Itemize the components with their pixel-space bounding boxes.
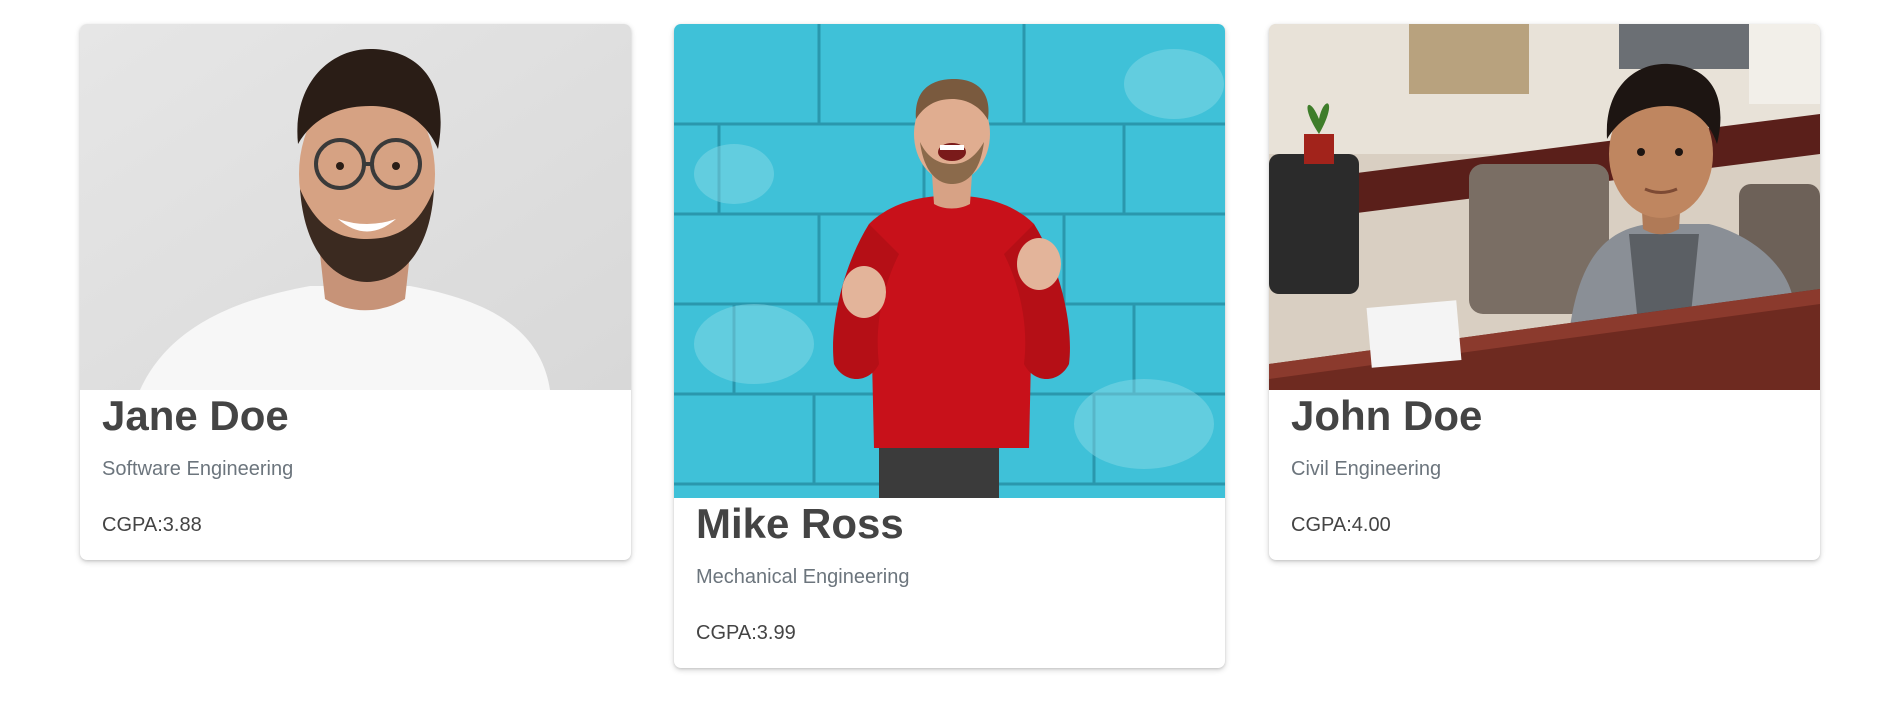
student-card-mike-ross[interactable]: Mike Ross Mechanical Engineering CGPA:3.…: [674, 24, 1225, 668]
card-body: John Doe Civil Engineering CGPA:4.00: [1269, 390, 1820, 560]
card-body: Mike Ross Mechanical Engineering CGPA:3.…: [674, 498, 1225, 668]
student-cgpa: CGPA:4.00: [1291, 512, 1798, 538]
student-name: Mike Ross: [696, 500, 904, 547]
student-cgpa: CGPA:3.99: [696, 620, 1203, 646]
student-card-john-doe[interactable]: John Doe Civil Engineering CGPA:4.00: [1269, 24, 1820, 560]
student-major: Mechanical Engineering: [696, 566, 910, 588]
cgpa-label: CGPA:: [102, 514, 163, 536]
student-cards-row: Jane Doe Software Engineering CGPA:3.88: [0, 0, 1877, 714]
student-major: Civil Engineering: [1291, 458, 1442, 480]
student-photo: [674, 24, 1225, 498]
student-photo: [1269, 24, 1820, 390]
student-cgpa: CGPA:3.88: [102, 512, 609, 538]
card-body: Jane Doe Software Engineering CGPA:3.88: [80, 390, 631, 560]
student-name: John Doe: [1291, 392, 1483, 439]
cgpa-value: 3.88: [162, 514, 202, 536]
cgpa-label: CGPA:: [1291, 514, 1352, 536]
cgpa-label: CGPA:: [696, 622, 757, 644]
student-major: Software Engineering: [102, 458, 294, 480]
cgpa-value: 3.99: [756, 622, 796, 644]
cgpa-value: 4.00: [1351, 514, 1391, 536]
student-name: Jane Doe: [102, 392, 289, 439]
student-photo: [80, 24, 631, 390]
student-card-jane-doe[interactable]: Jane Doe Software Engineering CGPA:3.88: [80, 24, 631, 560]
